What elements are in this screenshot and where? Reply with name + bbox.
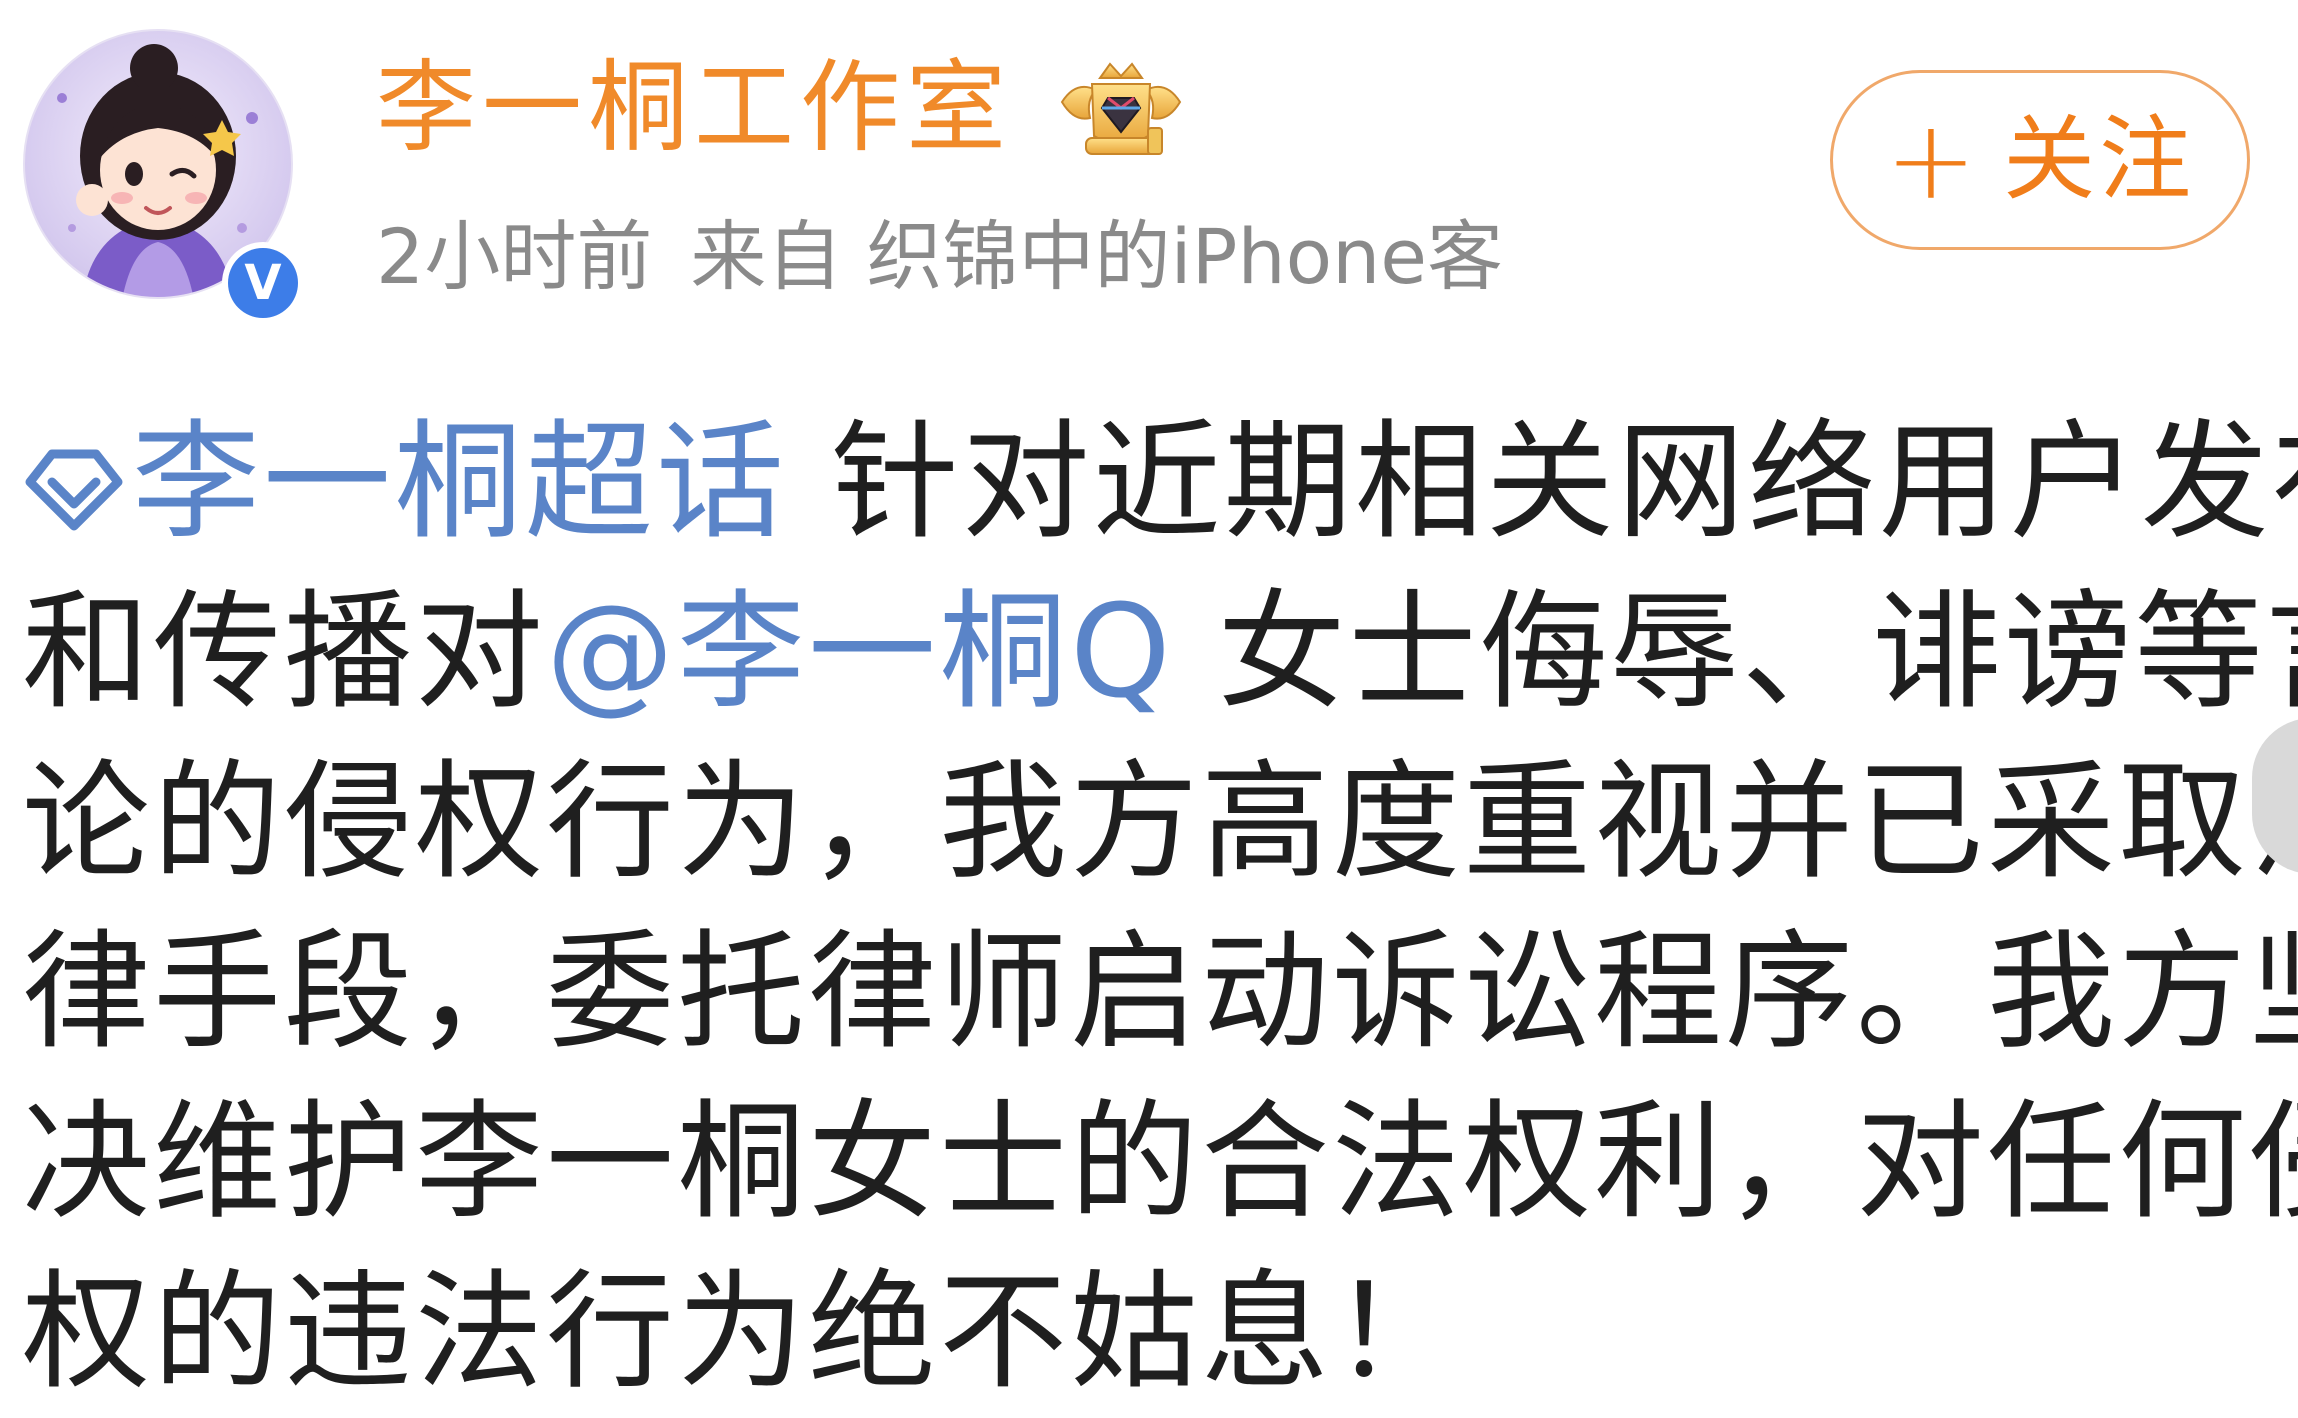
post-time: 2小时前	[376, 212, 653, 301]
content-line: 李一桐超话 针对近期相关网络用户发布	[22, 398, 2298, 568]
crown-icon	[1060, 62, 1182, 155]
mention-link[interactable]: @李一桐Q	[546, 578, 1174, 727]
supertopic-link[interactable]: 李一桐超话	[132, 408, 787, 557]
content-line: 论的侵权行为，我方高度重视并已采取法	[22, 748, 2298, 897]
content-line: 律手段，委托律师启动诉讼程序。我方坚	[22, 918, 2298, 1067]
content-text: 针对近期相关网络用户发布	[787, 408, 2298, 557]
plus-icon: +	[1884, 96, 1978, 224]
content-line: 权的违法行为绝不姑息！	[22, 1258, 1464, 1407]
weibo-post-card: V 李一桐工作室 2小时前 来自 织锦中的iPhone客 + 关注 李一桐超话 …	[0, 0, 2298, 1407]
content-line: 和传播对@李一桐Q 女士侮辱、诽谤等言	[22, 568, 2298, 738]
content-line: 决维护李一桐女士的合法权利，对任何侵	[22, 1088, 2298, 1237]
content-text: 和传播对	[22, 578, 547, 727]
author-name[interactable]: 李一桐工作室	[376, 48, 1012, 168]
post-meta: 2小时前 来自 织锦中的iPhone客	[376, 212, 1716, 302]
avatar[interactable]: V	[22, 28, 304, 324]
verified-badge-icon: V	[222, 242, 304, 324]
post-content: 李一桐超话 针对近期相关网络用户发布 和传播对@李一桐Q 女士侮辱、诽谤等言 论…	[22, 398, 2298, 1418]
post-source: 来自 织锦中的iPhone客	[690, 212, 1504, 301]
supertopic-diamond-icon[interactable]	[22, 442, 126, 532]
follow-button-label: 关注	[2003, 106, 2196, 213]
verified-badge-label: V	[228, 248, 298, 318]
follow-button[interactable]: + 关注	[1830, 70, 2250, 250]
content-text: 女士侮辱、诽谤等言	[1173, 578, 2298, 727]
